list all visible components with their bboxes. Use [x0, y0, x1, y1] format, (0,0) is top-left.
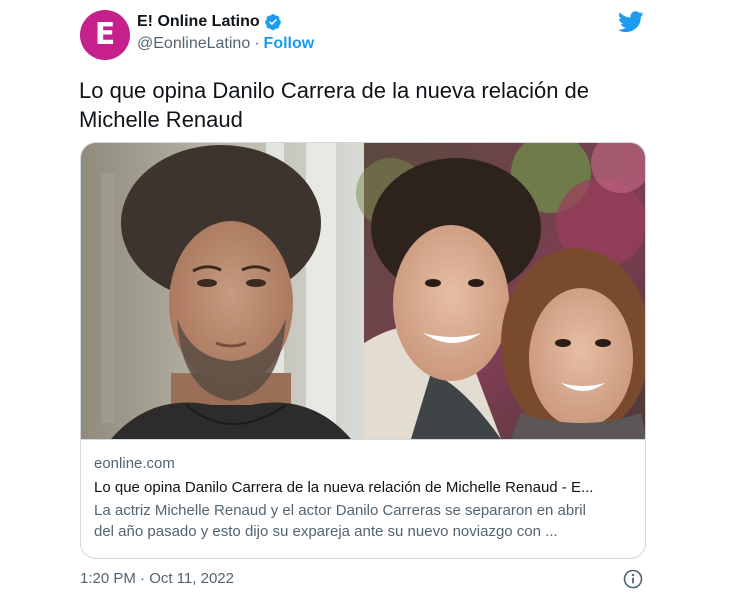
- card-title[interactable]: Lo que opina Danilo Carrera de la nueva …: [94, 477, 632, 498]
- card-description-line-2: del año pasado y esto dijo su expareja a…: [94, 523, 558, 540]
- tweet-text-line-2: Michelle Renaud: [79, 107, 243, 132]
- avatar[interactable]: E: [80, 10, 130, 60]
- author-handle[interactable]: @EonlineLatino: [137, 35, 250, 53]
- handle-row: @EonlineLatino · Follow: [137, 35, 314, 53]
- card-domain: eonline.com: [94, 455, 175, 472]
- tweet-embed: E E! Online Latino @EonlineLatino · Foll…: [0, 0, 742, 600]
- card-description: La actriz Michelle Renaud y el actor Dan…: [94, 500, 632, 542]
- tweet-timestamp[interactable]: 1:20 PM · Oct 11, 2022: [80, 570, 234, 587]
- author-name-row: E! Online Latino: [137, 13, 314, 31]
- tweet-text: Lo que opina Danilo Carrera de la nueva …: [79, 76, 639, 134]
- avatar-letter: E: [94, 17, 116, 52]
- tweet-text-line-1: Lo que opina Danilo Carrera de la nueva …: [79, 78, 590, 103]
- follow-button[interactable]: Follow: [264, 35, 315, 53]
- info-icon[interactable]: [623, 569, 643, 589]
- dot-separator: ·: [254, 35, 260, 52]
- link-preview-card[interactable]: eonline.com Lo que opina Danilo Carrera …: [80, 142, 646, 559]
- card-description-line-1: La actriz Michelle Renaud y el actor Dan…: [94, 502, 586, 519]
- author-name[interactable]: E! Online Latino: [137, 13, 260, 31]
- card-meta: eonline.com Lo que opina Danilo Carrera …: [81, 439, 645, 542]
- card-image[interactable]: [81, 143, 645, 439]
- author-block: E! Online Latino @EonlineLatino · Follow: [137, 13, 314, 53]
- twitter-bird-icon[interactable]: [618, 11, 644, 33]
- verified-badge-icon: [264, 13, 282, 31]
